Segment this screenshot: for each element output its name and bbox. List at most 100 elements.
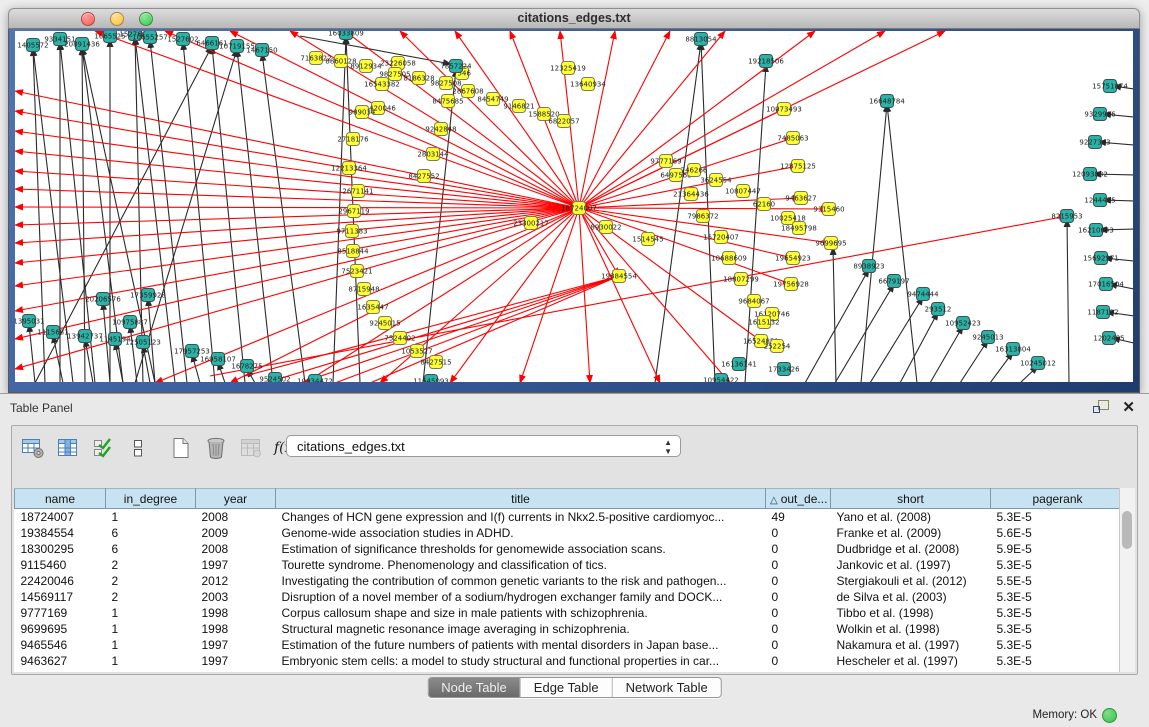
network-canvas[interactable]: 1872400723300217893002215145457163822886… (15, 31, 1133, 382)
scrollbar-thumb[interactable] (1122, 511, 1132, 549)
graph-node[interactable]: 8518844 (337, 245, 369, 258)
float-window-button[interactable] (1093, 400, 1109, 414)
table-row[interactable]: 1938455462009Genome-wide association stu… (15, 525, 1123, 541)
graph-node[interactable]: 15751074 (1092, 80, 1128, 93)
network-selector-dropdown[interactable]: citations_edges.txt ▲▼ (286, 435, 681, 457)
graph-node[interactable]: 19654923 (775, 252, 811, 265)
new-table-button[interactable] (168, 435, 194, 461)
select-columns-button[interactable] (55, 435, 81, 461)
graph-node[interactable]: 9777169 (650, 155, 681, 168)
column-header-year[interactable]: year (196, 489, 276, 509)
graph-node[interactable]: 10952423 (945, 317, 981, 330)
graph-node[interactable]: 11645093 (413, 375, 449, 383)
graph-node[interactable]: 10934472 (297, 375, 333, 383)
graph-node[interactable]: 8715948 (348, 283, 379, 296)
graph-node[interactable]: 10954422 (703, 374, 739, 383)
graph-node[interactable]: 3624554 (700, 174, 732, 187)
graph-node[interactable]: 9524502 (259, 373, 290, 383)
graph-node[interactable]: 8427552 (408, 170, 439, 183)
svg-text:1115681: 1115681 (37, 329, 68, 337)
window-titlebar[interactable]: citations_edges.txt (8, 8, 1140, 29)
graph-node[interactable]: 19218506 (748, 55, 784, 68)
column-header-title[interactable]: title (276, 489, 766, 509)
graph-node[interactable]: 9245015 (369, 317, 400, 330)
graph-node[interactable]: 8930022 (590, 221, 621, 234)
table-row[interactable]: 911546021997Tourette syndrome. Phenomeno… (15, 557, 1123, 573)
graph-node[interactable]: 13640934 (570, 78, 606, 91)
table-row[interactable]: 977716911998Corpus callosum shape and si… (15, 605, 1123, 621)
table-vertical-scrollbar[interactable] (1119, 488, 1135, 672)
table-row[interactable]: 969969511998Structural magnetic resonanc… (15, 621, 1123, 637)
graph-node[interactable]: 1514545 (632, 233, 663, 246)
column-header-name[interactable]: name (15, 489, 106, 509)
graph-node[interactable]: 16210643 (1078, 224, 1114, 237)
graph-node[interactable]: 9329966 (1084, 108, 1116, 121)
table-row[interactable]: 1830029562008Estimation of significance … (15, 541, 1123, 557)
table-row[interactable]: 1456911722003Disruption of a novel membe… (15, 589, 1123, 605)
graph-node[interactable]: 9474444 (907, 288, 939, 301)
graph-node[interactable]: 9115460 (813, 203, 844, 216)
graph-node[interactable]: 17016504 (1088, 278, 1124, 291)
table-row[interactable]: 1872400712008Changes of HCN gene express… (15, 509, 1123, 526)
graph-node[interactable]: 9684067 (738, 295, 769, 308)
graph-node[interactable]: 1635447 (357, 301, 388, 314)
tab-node-table[interactable]: Node Table (428, 678, 521, 697)
column-header-pagerank[interactable]: pagerank (991, 489, 1123, 509)
delete-table-button[interactable] (203, 435, 229, 461)
column-checks-button[interactable] (90, 435, 116, 461)
graph-node[interactable]: 16648784 (869, 95, 905, 108)
graph-node[interactable]: 7986372 (687, 210, 718, 223)
graph-node[interactable]: 10655257 (132, 31, 168, 44)
graph-node[interactable]: 9242848 (425, 123, 456, 136)
table-row[interactable]: 946554611997Estimation of the future num… (15, 637, 1123, 653)
graph-node[interactable]: 1733426 (768, 363, 800, 376)
graph-node[interactable]: 12093832 (1072, 168, 1108, 181)
column-header-in_degree[interactable]: in_degree (106, 489, 196, 509)
graph-node[interactable]: 16313804 (995, 343, 1031, 356)
svg-text:2967119: 2967119 (338, 208, 369, 216)
graph-node[interactable]: 1395031 (15, 315, 45, 328)
graph-node[interactable]: 9245013 (972, 331, 1003, 344)
graph-node[interactable]: 7523421 (341, 265, 372, 278)
svg-text:9245015: 9245015 (369, 320, 400, 328)
graph-node[interactable]: 16033809 (328, 31, 364, 40)
graph-node[interactable]: 9711383 (336, 225, 367, 238)
graph-node[interactable]: 8475685 (432, 95, 463, 108)
graph-node[interactable]: 10807447 (725, 185, 761, 198)
graph-node[interactable]: 12325419 (550, 62, 586, 75)
graph-node[interactable]: 13942737 (67, 330, 103, 343)
graph-node[interactable]: 7485063 (777, 132, 808, 145)
graph-node[interactable]: 6679197 (878, 275, 909, 288)
close-panel-icon[interactable]: ✕ (1122, 398, 1135, 416)
graph-node[interactable]: 9227343 (1079, 136, 1110, 149)
graph-node[interactable]: 293512 (925, 303, 952, 316)
column-header-short[interactable]: short (831, 489, 991, 509)
svg-text:23226058: 23226058 (380, 60, 416, 68)
graph-node[interactable]: 1678275 (231, 360, 262, 373)
graph-node[interactable]: 12375125 (780, 160, 816, 173)
graph-node[interactable]: 8938923 (853, 260, 884, 273)
graph-node[interactable]: 9699695 (815, 237, 846, 250)
graph-node[interactable]: 8813054 (685, 33, 717, 46)
tab-edge-table[interactable]: Edge Table (521, 678, 613, 697)
graph-node[interactable]: 1187122 (1087, 306, 1118, 319)
row-toggle-button[interactable] (125, 435, 151, 461)
graph-node[interactable]: 10245012 (1020, 357, 1056, 370)
column-header-out_de[interactable]: △out_de... (766, 489, 831, 509)
graph-edge (1067, 219, 1069, 382)
tab-network-table[interactable]: Network Table (613, 678, 721, 697)
graph-node[interactable]: 20206576 (85, 293, 121, 306)
graph-node[interactable]: 1053527 (401, 345, 432, 358)
graph-node[interactable]: 15692971 (1083, 252, 1119, 265)
graph-node[interactable]: 1244415 (1084, 194, 1115, 207)
graph-node[interactable]: 10688609 (711, 252, 747, 265)
graph-node[interactable]: 1202455 (1093, 332, 1124, 345)
table-row[interactable]: 2242004622012Investigating the contribut… (15, 573, 1123, 589)
graph-node[interactable]: 9463627 (785, 192, 816, 205)
memory-status-label: Memory: OK (1032, 709, 1097, 721)
graph-node[interactable]: 10973493 (766, 103, 802, 116)
table-row[interactable]: 946362711997Embryonic stem cells: a mode… (15, 653, 1123, 669)
table-settings-button[interactable] (20, 435, 46, 461)
graph-node[interactable]: 8215953 (1051, 210, 1082, 223)
graph-node[interactable]: 16136141 (721, 358, 757, 371)
